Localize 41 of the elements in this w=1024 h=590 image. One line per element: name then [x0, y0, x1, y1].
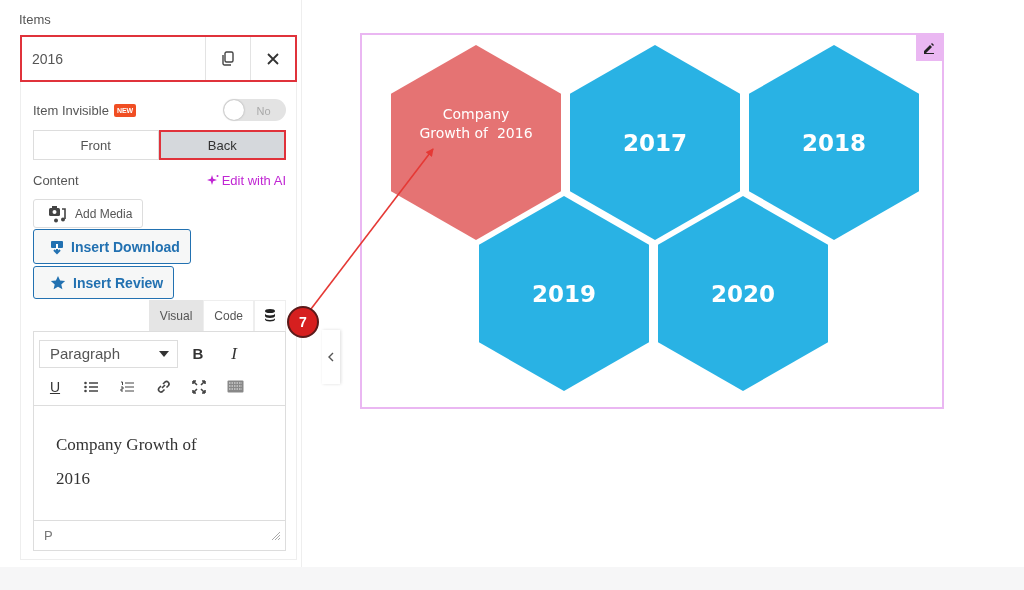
caret-icon [159, 350, 169, 357]
hexagon-year: 2019 [532, 280, 596, 307]
bullet-list-icon [84, 380, 98, 393]
chevron-left-icon [328, 352, 334, 362]
expand-icon [192, 379, 206, 394]
format-dropdown[interactable]: Paragraph [39, 339, 178, 368]
editor-tab[interactable]: Code [203, 300, 254, 331]
media-button[interactable]: Insert Download [33, 229, 191, 264]
numbered-list-icon [120, 380, 134, 393]
item-invisible-label: Item Invisible [33, 102, 109, 118]
resize-handle-icon[interactable] [271, 530, 281, 541]
edit-button[interactable] [916, 35, 942, 61]
dynamic-data-button[interactable] [254, 300, 286, 331]
link-icon [155, 379, 171, 394]
media-button[interactable]: Add Media [33, 199, 143, 228]
item-title: 2016 [31, 49, 65, 69]
camera-music-icon [48, 204, 68, 223]
side-tab[interactable]: Front [33, 130, 159, 160]
copy-icon [221, 51, 235, 66]
star-icon [50, 274, 66, 291]
download-icon [50, 238, 64, 255]
section-title: Items [19, 12, 52, 27]
keyboard-icon [226, 380, 244, 393]
media-button[interactable]: Insert Review [33, 266, 175, 299]
hexagon-year: 2020 [711, 280, 775, 307]
hexagon-year: 2018 [802, 129, 866, 156]
close-icon [267, 52, 279, 65]
editor-text[interactable]: Company Growth of 2016 [34, 406, 230, 520]
collapse-handle[interactable] [322, 330, 340, 384]
pencil-icon [923, 42, 935, 54]
edit-with-ai-link[interactable]: Edit with AI [206, 172, 286, 188]
editor-tab[interactable]: Visual [148, 300, 204, 331]
content-label: Content [33, 172, 79, 188]
hexagon-year: 2017 [623, 129, 687, 156]
sparkle-icon [206, 174, 219, 186]
item-header[interactable]: 2016 [20, 35, 297, 82]
database-icon [264, 307, 276, 322]
step-number: 7 [287, 306, 319, 338]
side-tab[interactable]: Back [158, 130, 286, 160]
element-path: P [44, 528, 53, 543]
hexagon-caption: Company Growth of 2016 [418, 104, 534, 143]
